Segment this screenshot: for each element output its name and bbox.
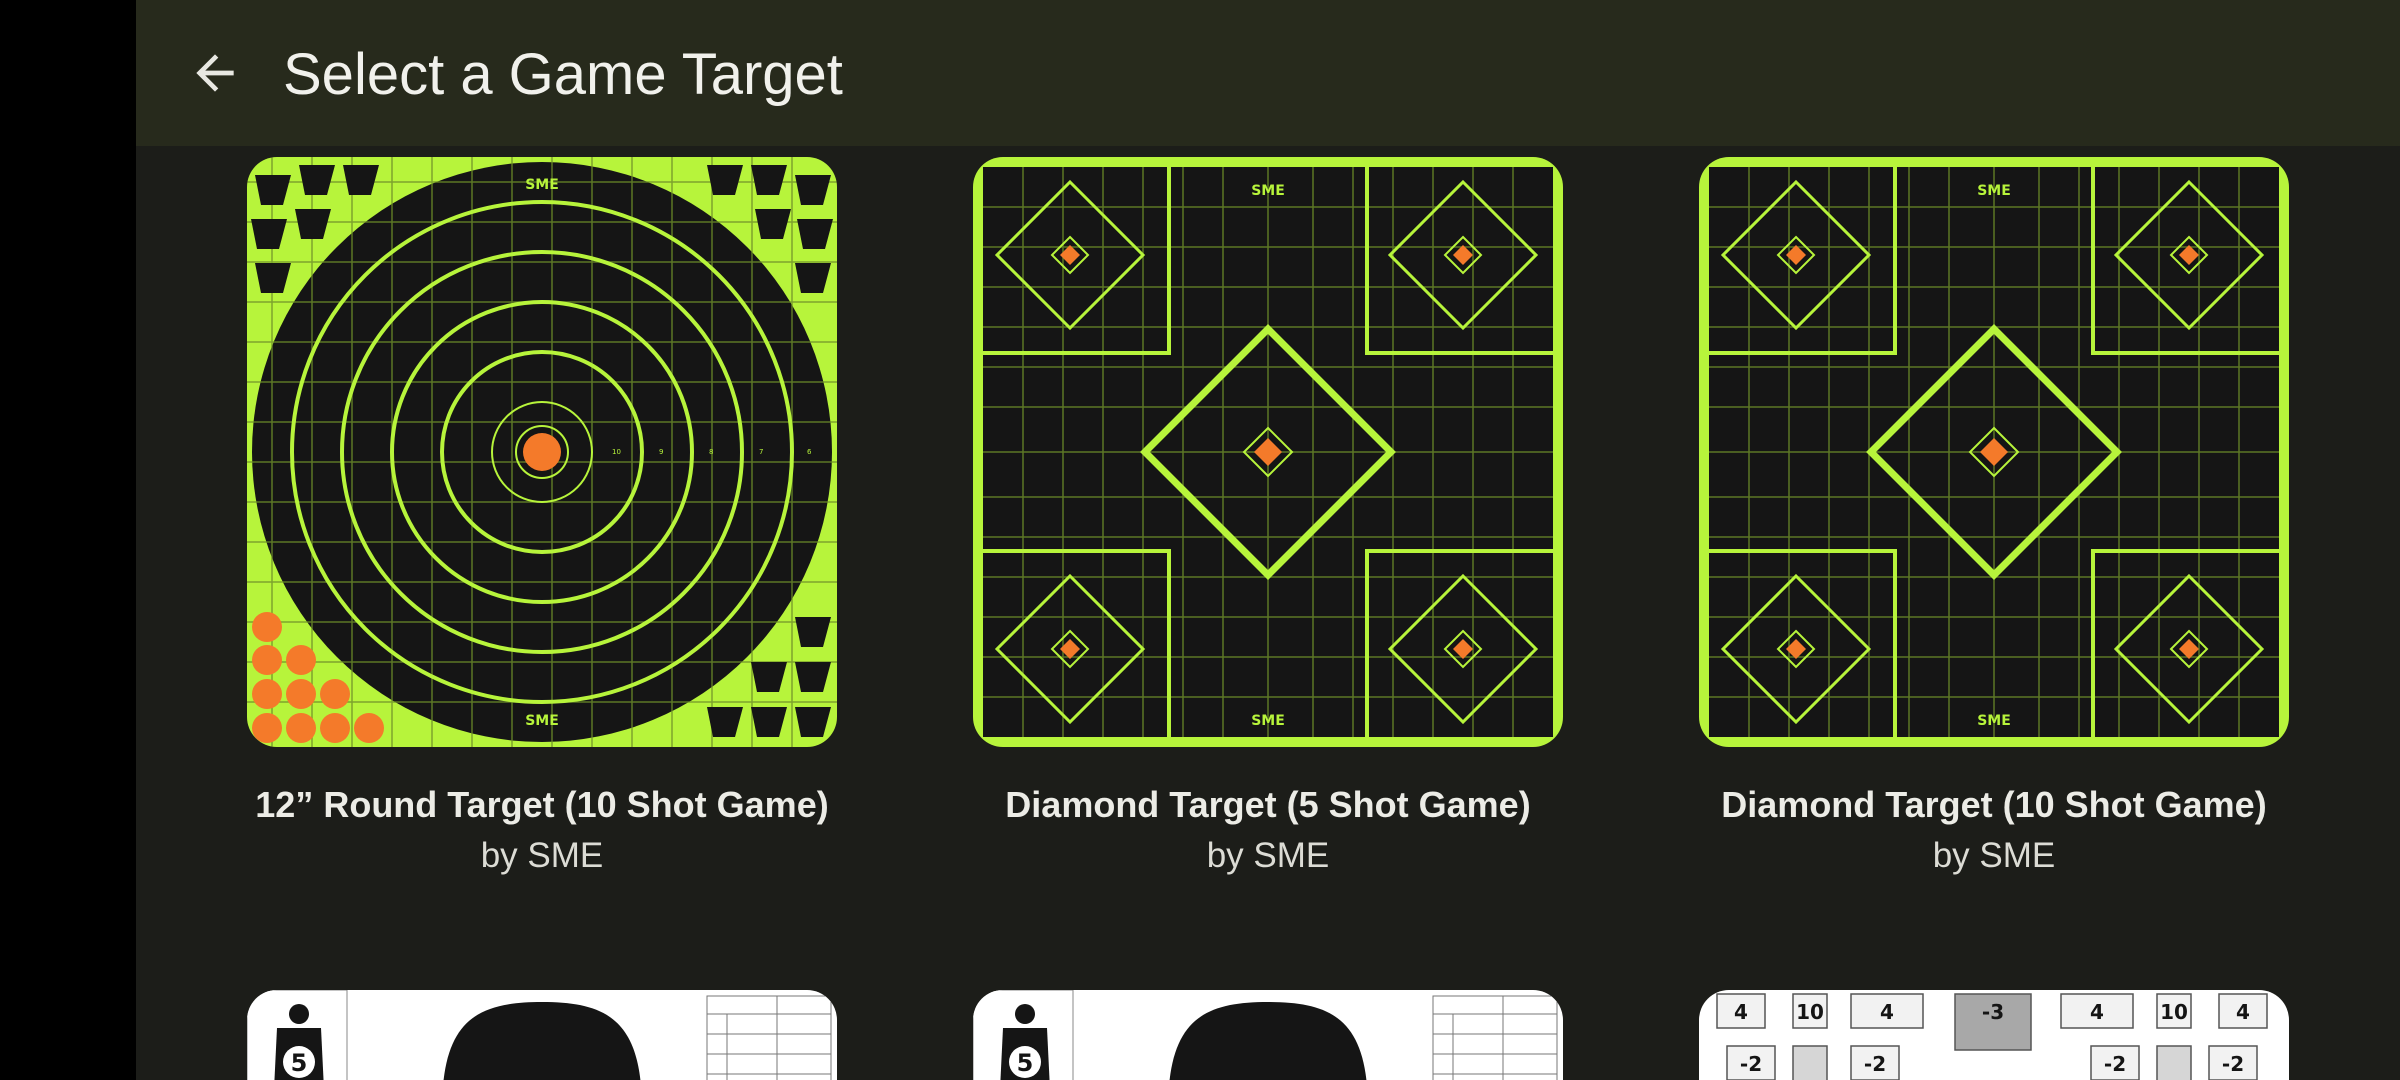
svg-text:8: 8	[709, 448, 713, 456]
score-cell: 4	[1880, 1000, 1894, 1024]
svg-text:9: 9	[659, 448, 663, 456]
page-title: Select a Game Target	[283, 42, 843, 107]
score-cell: 4	[2090, 1000, 2104, 1024]
target-thumbnail-score-grid[interactable]: 4 10 4 -3 4 10 4 -2 4 -2 -2 4 -2	[1699, 990, 2289, 1080]
sme-logo-top: SME	[1977, 183, 2011, 199]
svg-text:10: 10	[612, 448, 621, 456]
app-screen: Select a Game Target 10 9 8 7 6 SME SME …	[136, 0, 2400, 1080]
target-title: 12” Round Target (10 Shot Game)	[255, 784, 829, 825]
target-thumbnail-silhouette-2[interactable]: 5	[973, 990, 1563, 1080]
target-thumbnail-round[interactable]: 10 9 8 7 6 SME SME	[247, 157, 837, 747]
score-cell: -2	[2222, 1052, 2244, 1076]
score-cell: -2	[1740, 1052, 1762, 1076]
target-thumbnail-diamond-10[interactable]: SME SME	[1699, 157, 2289, 747]
svg-text:7: 7	[759, 448, 763, 456]
target-title: Diamond Target (10 Shot Game)	[1721, 784, 2267, 825]
top-app-bar: Select a Game Target	[136, 0, 2400, 146]
arrow-back-icon	[196, 54, 234, 92]
silhouette-badge: 5	[291, 1049, 308, 1077]
target-title: Diamond Target (5 Shot Game)	[1005, 784, 1531, 825]
back-button[interactable]	[176, 34, 254, 112]
score-cell: -2	[1864, 1052, 1886, 1076]
score-cell: -3	[1982, 1000, 2004, 1024]
target-thumbnail-diamond-5[interactable]: SME SME	[973, 157, 1563, 747]
sme-logo-top: SME	[525, 177, 559, 193]
sme-logo-bottom: SME	[1251, 713, 1285, 729]
target-thumbnail-silhouette-1[interactable]: 5	[247, 990, 837, 1080]
score-cell: 4	[1734, 1000, 1748, 1024]
svg-text:6: 6	[807, 448, 812, 456]
score-cell: 10	[1796, 1000, 1824, 1024]
sme-logo-top: SME	[1251, 183, 1285, 199]
target-author: by SME	[1932, 836, 2056, 875]
sme-logo-bottom: SME	[1977, 713, 2011, 729]
target-author: by SME	[1206, 836, 1330, 875]
silhouette-badge: 5	[1017, 1049, 1034, 1077]
target-author: by SME	[480, 836, 604, 875]
system-left-strip	[0, 0, 136, 1080]
score-cell: -2	[2104, 1052, 2126, 1076]
score-cell: 10	[2160, 1000, 2188, 1024]
score-cell: 4	[2236, 1000, 2250, 1024]
sme-logo-bottom: SME	[525, 713, 559, 729]
